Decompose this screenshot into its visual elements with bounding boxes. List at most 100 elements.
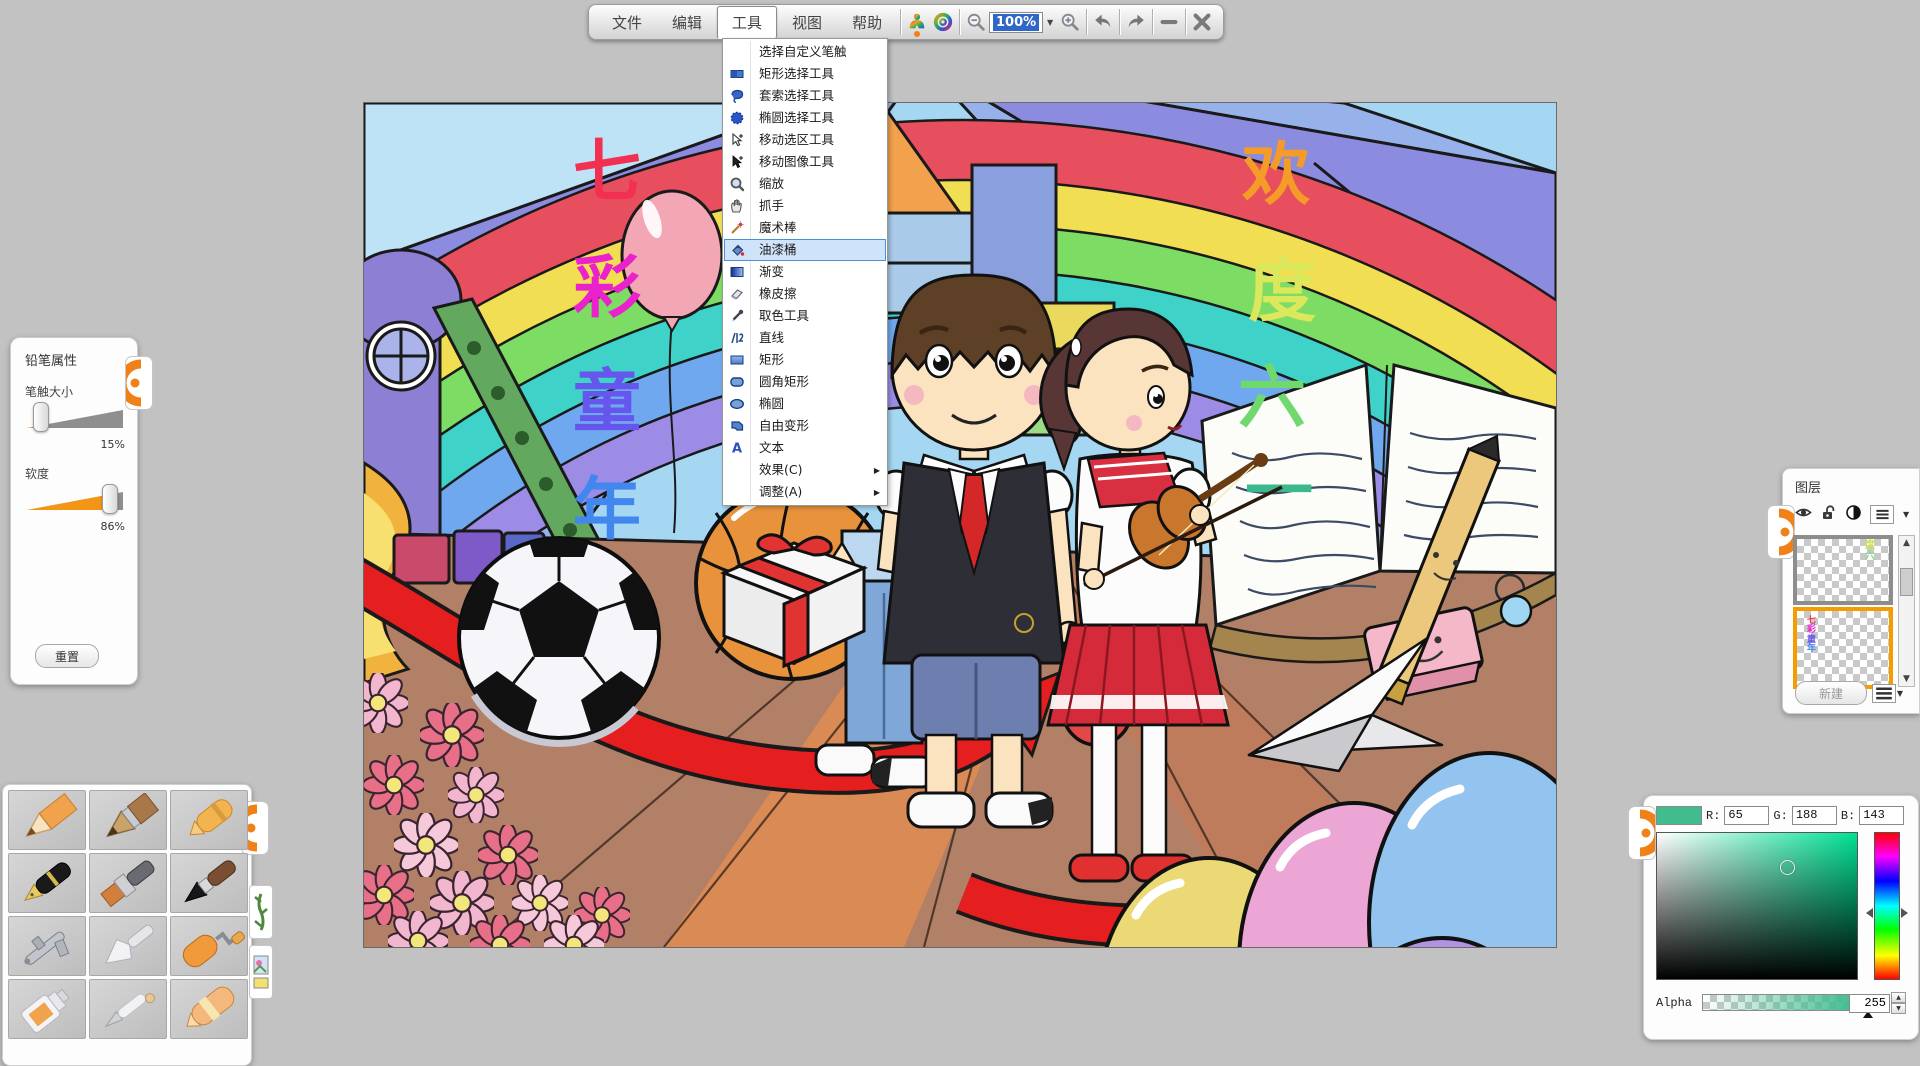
tools-menu-item-移动选区工具[interactable]: 移动选区工具 xyxy=(724,129,886,151)
layer-options-icon[interactable] xyxy=(1872,684,1896,703)
app-logo-figure-icon[interactable] xyxy=(904,9,930,35)
menu-button-文件[interactable]: 文件 xyxy=(597,6,657,39)
menu-button-帮助[interactable]: 帮助 xyxy=(837,6,897,39)
tools-menu-item-移动图像工具[interactable]: 移动图像工具 xyxy=(724,151,886,173)
app-logo-swirl-icon[interactable] xyxy=(930,9,956,35)
notification-dot xyxy=(914,31,920,37)
tools-menu-item-椭圆选择工具[interactable]: 椭圆选择工具 xyxy=(724,107,886,129)
tools-menu-item-矩形选择工具[interactable]: 矩形选择工具 xyxy=(724,63,886,85)
brush-palette-knife[interactable] xyxy=(89,916,167,976)
layer-scrollbar[interactable]: ▲ ▼ xyxy=(1898,535,1915,687)
alpha-decrement-icon[interactable]: ▼ xyxy=(1891,1003,1906,1014)
brush-pencil-sharp[interactable] xyxy=(8,790,86,850)
pattern-stamp-icon[interactable] xyxy=(249,945,273,999)
bamboo-brush-icon[interactable] xyxy=(249,885,273,939)
brush-pencil-wood[interactable] xyxy=(89,790,167,850)
tools-menu-item-效果(C)[interactable]: 效果(C)▶ xyxy=(724,459,886,481)
tools-menu-item-橡皮擦[interactable]: 橡皮擦 xyxy=(724,283,886,305)
toolbar-divider xyxy=(959,9,960,35)
scroll-track[interactable] xyxy=(1899,550,1914,672)
tools-menu-item-自由变形[interactable]: 自由变形 xyxy=(724,415,886,437)
rounded-rectangle-icon xyxy=(724,374,750,390)
tools-menu-item-渐变[interactable]: 渐变 xyxy=(724,261,886,283)
brush-size-slider-thumb[interactable] xyxy=(33,402,49,432)
hue-marker-left[interactable] xyxy=(1866,908,1873,918)
tools-menu-item-套索选择工具[interactable]: 套索选择工具 xyxy=(724,85,886,107)
tools-menu-item-矩形[interactable]: 矩形 xyxy=(724,349,886,371)
rectangle-icon xyxy=(724,352,750,368)
hue-bar[interactable] xyxy=(1874,832,1900,980)
tools-menu-item-魔术棒[interactable]: 魔术棒 xyxy=(724,217,886,239)
drawing-canvas[interactable]: 七 彩 童 年 欢 度 六 一 xyxy=(364,103,1556,947)
brush-ink-brush[interactable] xyxy=(170,853,248,913)
tools-menu-item-选择自定义笔触[interactable]: 选择自定义笔触 xyxy=(724,41,886,63)
menu-button-工具[interactable]: 工具 xyxy=(717,6,777,39)
scroll-down-icon[interactable]: ▼ xyxy=(1903,672,1910,686)
left-text-char: 年 xyxy=(573,471,641,550)
brush-airbrush[interactable] xyxy=(8,916,86,976)
brush-size-slider[interactable] xyxy=(25,404,125,434)
blue-field[interactable]: 143 xyxy=(1859,806,1904,825)
tools-menu-item-抓手[interactable]: 抓手 xyxy=(724,195,886,217)
green-field[interactable]: 188 xyxy=(1792,806,1837,825)
brush-liner-brush[interactable] xyxy=(89,979,167,1039)
close-icon[interactable] xyxy=(1189,9,1215,35)
zoom-dropdown-caret[interactable]: ▼ xyxy=(1043,13,1057,32)
layer-menu-icon[interactable] xyxy=(1870,505,1894,524)
brush-paint-roller[interactable] xyxy=(170,916,248,976)
tools-menu-item-label: 取色工具 xyxy=(750,305,886,327)
tools-menu-item-油漆桶[interactable]: 油漆桶 xyxy=(724,239,886,261)
brush-eraser-stick[interactable] xyxy=(170,979,248,1039)
new-layer-button[interactable]: 新建 xyxy=(1795,681,1867,705)
softness-slider-thumb[interactable] xyxy=(102,484,118,514)
alpha-increment-icon[interactable]: ▲ xyxy=(1891,992,1906,1003)
brush-flat-brush[interactable] xyxy=(89,853,167,913)
red-field[interactable]: 65 xyxy=(1724,806,1769,825)
tools-menu-item-文本[interactable]: A文本 xyxy=(724,437,886,459)
layer-options-caret[interactable]: ▼ xyxy=(1897,689,1903,698)
tools-menu-item-直线[interactable]: 直线 xyxy=(724,327,886,349)
reset-button[interactable]: 重置 xyxy=(35,644,99,668)
layer-thumbnail-1[interactable]: 度六 xyxy=(1793,535,1893,605)
zoom-out-icon[interactable] xyxy=(963,9,989,35)
menu-button-编辑[interactable]: 编辑 xyxy=(657,6,717,39)
hue-marker-right[interactable] xyxy=(1901,908,1908,918)
zoom-in-icon[interactable] xyxy=(1057,9,1083,35)
brush-crayon[interactable] xyxy=(170,790,248,850)
layer-thumbnail-2[interactable]: 七彩童年 xyxy=(1793,607,1893,689)
redo-icon[interactable] xyxy=(1123,9,1149,35)
toolbar-divider xyxy=(1152,9,1153,35)
scroll-thumb[interactable] xyxy=(1900,568,1913,596)
tools-menu-item-label: 橡皮擦 xyxy=(750,283,886,305)
undo-icon[interactable] xyxy=(1090,9,1116,35)
tools-menu-item-调整(A)[interactable]: 调整(A)▶ xyxy=(724,481,886,503)
scroll-up-icon[interactable]: ▲ xyxy=(1903,536,1910,550)
ellipse-select-icon xyxy=(724,110,750,126)
ellipse-icon xyxy=(724,396,750,412)
minimize-icon[interactable] xyxy=(1156,9,1182,35)
visibility-eye-icon[interactable] xyxy=(1795,504,1812,525)
tools-menu-item-圆角矩形[interactable]: 圆角矩形 xyxy=(724,371,886,393)
lock-open-icon[interactable] xyxy=(1820,504,1837,525)
contrast-circle-icon[interactable] xyxy=(1845,504,1862,525)
tools-menu-item-取色工具[interactable]: 取色工具 xyxy=(724,305,886,327)
zoom-level-field[interactable]: 100% xyxy=(989,12,1043,33)
brush-paint-tube[interactable] xyxy=(8,979,86,1039)
brush-grid xyxy=(3,785,251,1044)
canvas-artwork: 七 彩 童 年 欢 度 六 一 xyxy=(364,103,1556,947)
tools-menu-item-label: 文本 xyxy=(750,437,886,459)
tools-menu-item-缩放[interactable]: 缩放 xyxy=(724,173,886,195)
alpha-value-field[interactable]: 255 xyxy=(1849,994,1890,1013)
tools-menu-item-label: 矩形选择工具 xyxy=(750,63,886,85)
layer-menu-caret[interactable]: ▼ xyxy=(1903,510,1909,519)
left-text-char: 童 xyxy=(573,363,641,442)
brush-fountain-pen[interactable] xyxy=(8,853,86,913)
menu-button-视图[interactable]: 视图 xyxy=(777,6,837,39)
saturation-value-square[interactable] xyxy=(1656,832,1858,980)
tools-menu-item-椭圆[interactable]: 椭圆 xyxy=(724,393,886,415)
softness-slider[interactable] xyxy=(25,486,125,516)
tools-menu-item-label: 魔术棒 xyxy=(750,217,886,239)
color-cursor[interactable] xyxy=(1780,860,1795,875)
blue-label: B: xyxy=(1841,809,1855,823)
tools-menu-item-label: 选择自定义笔触 xyxy=(750,41,886,63)
